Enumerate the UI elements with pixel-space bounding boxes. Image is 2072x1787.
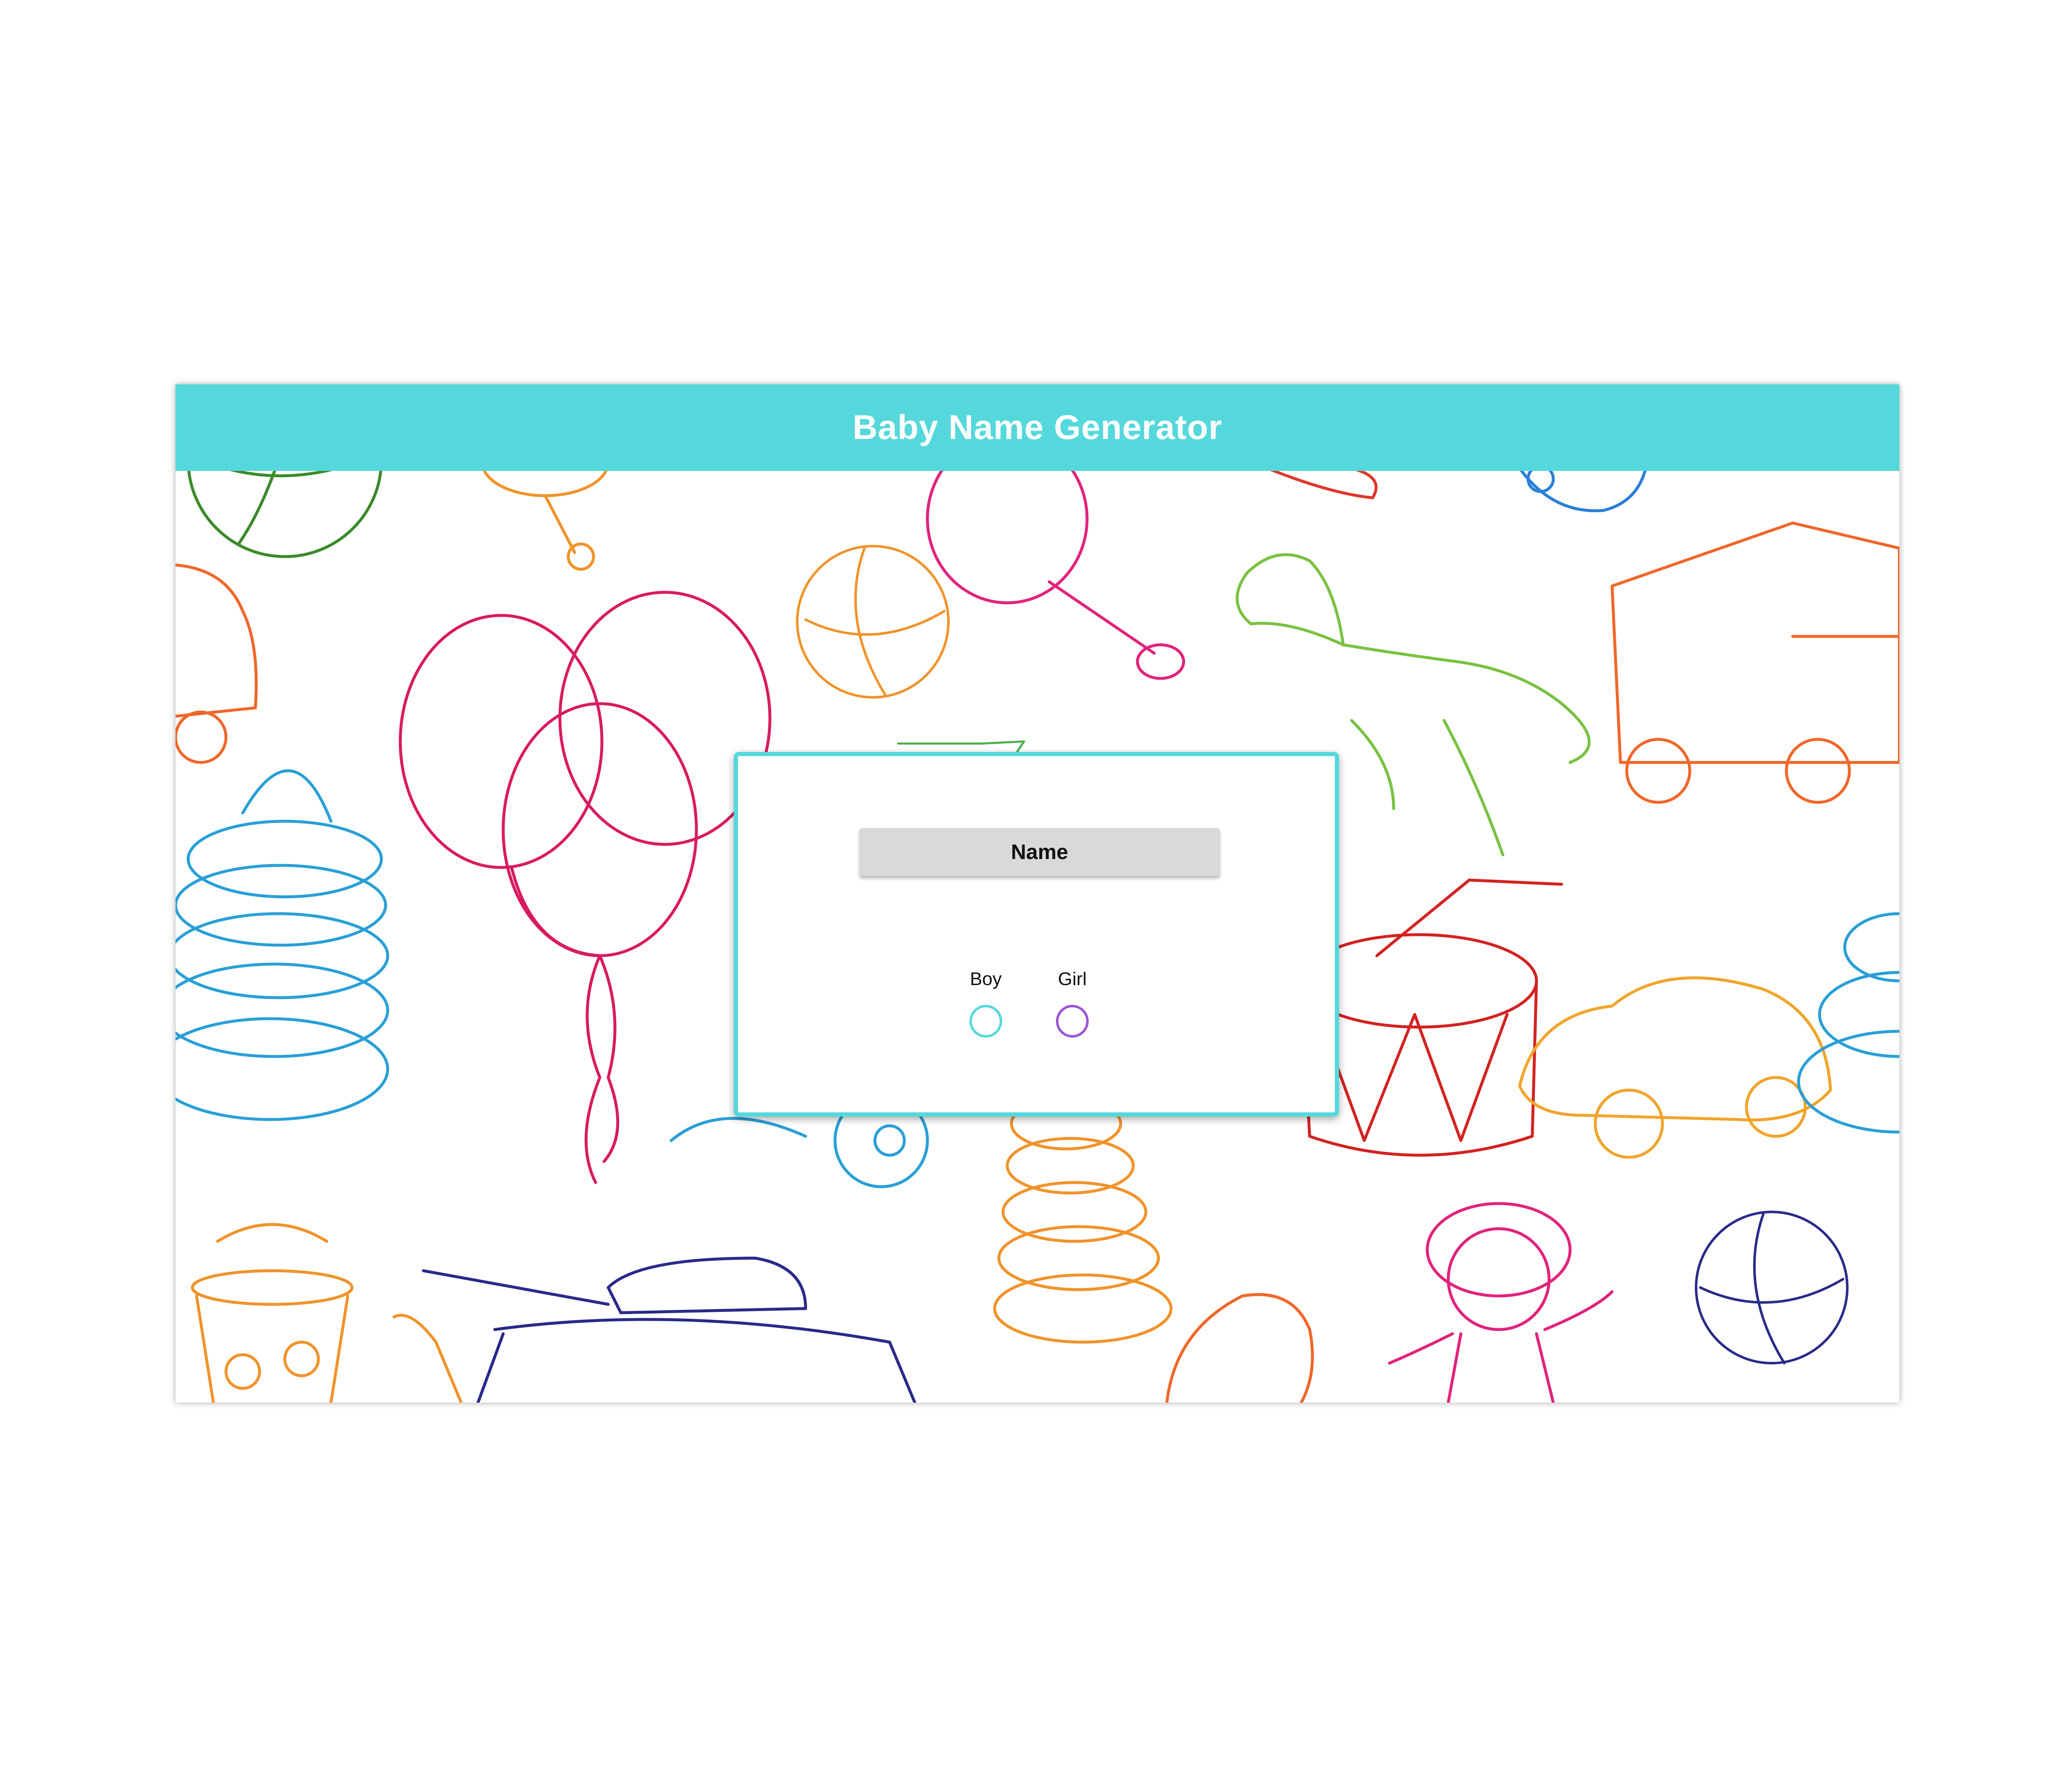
boy-option[interactable]: Boy [961,966,1011,1038]
stacking-rings-icon [176,769,389,1121]
drum-icon [1300,878,1563,1157]
generate-name-button[interactable]: Name [859,828,1220,876]
ball-icon [1695,1211,1849,1364]
shoe-icon [1266,467,1378,499]
truck-icon [1610,521,1899,804]
rattle-icon [926,433,1185,680]
tank-icon [422,1256,917,1403]
generator-card: Name Boy Girl [734,752,1339,1117]
header-bar: Baby Name Generator [176,384,1899,471]
boy-radio[interactable] [969,1005,1002,1038]
girl-radio[interactable] [1056,1005,1089,1038]
car-icon [1518,976,1832,1159]
balloons-icon [399,591,772,1184]
car-icon [176,563,258,764]
doll-icon [1388,1202,1614,1403]
shovel-icon [392,1314,463,1403]
rocking-horse-icon [1165,1293,1314,1403]
stacking-rings-icon [1797,912,1899,1134]
page-title: Baby Name Generator [852,408,1223,447]
bucket-icon [191,1223,354,1403]
girl-label: Girl [1058,969,1087,989]
girl-option[interactable]: Girl [1047,966,1098,1038]
ball-icon [796,545,950,699]
stacking-rings-icon [993,1097,1173,1344]
app-window: Baby Name Generator Name Boy Girl [176,384,1899,1403]
toy-icon [1518,465,1647,512]
boy-label: Boy [970,969,1002,989]
